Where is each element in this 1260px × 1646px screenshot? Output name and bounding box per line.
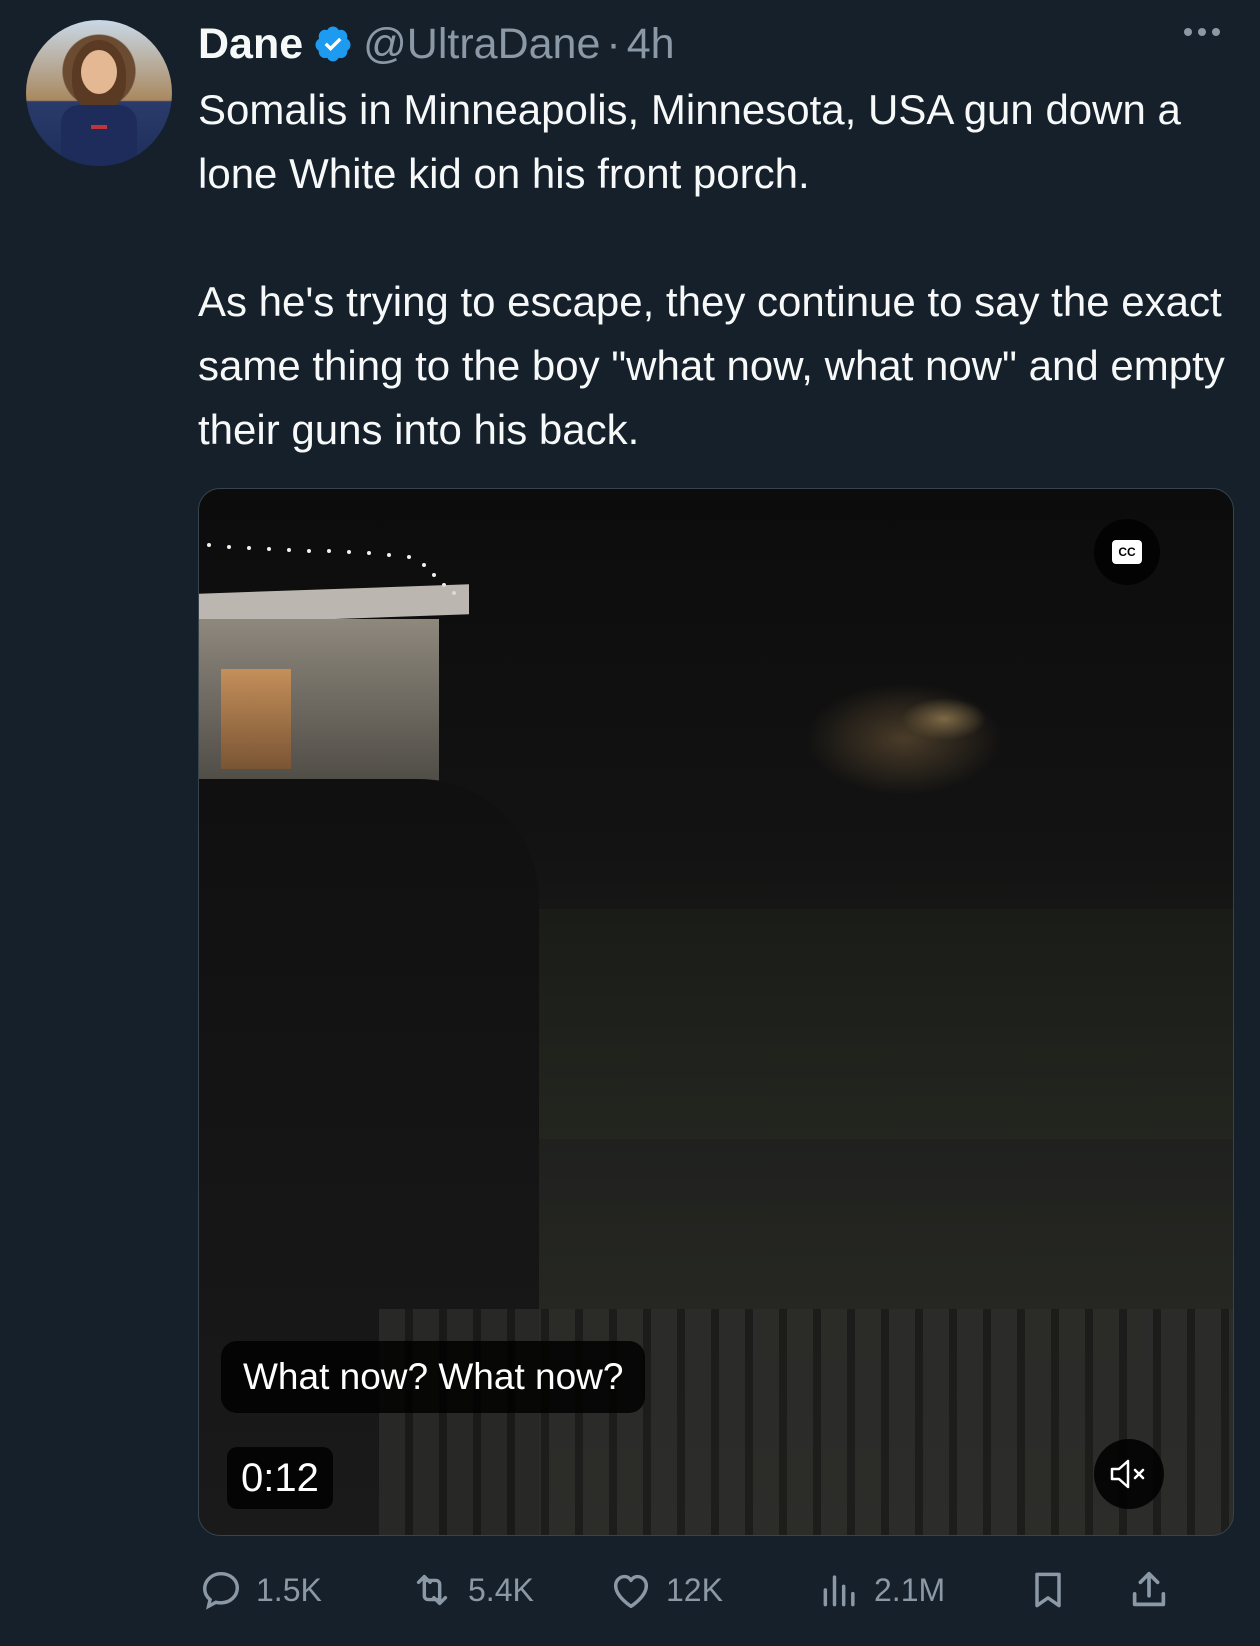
closed-captions-icon[interactable]: CC xyxy=(1094,519,1160,585)
tweet-paragraph: As he's trying to escape, they continue … xyxy=(198,278,1225,453)
lit-window xyxy=(221,669,291,769)
share-button[interactable] xyxy=(1126,1560,1172,1620)
video-player[interactable]: CC What now? What now? 0:12 xyxy=(198,488,1234,1536)
avatar-face xyxy=(81,50,117,94)
views-button[interactable]: 2.1M xyxy=(818,1560,945,1620)
repost-icon xyxy=(416,1574,448,1606)
share-icon xyxy=(1132,1571,1166,1607)
hedge xyxy=(539,909,1233,1139)
views-count: 2.1M xyxy=(874,1571,946,1608)
avatar-shirt xyxy=(61,105,137,166)
tweet-header: Dane @UltraDane · 4h xyxy=(198,14,675,74)
tweet-text: Somalis in Minneapolis, Minnesota, USA g… xyxy=(198,78,1228,462)
repost-count: 5.4K xyxy=(468,1571,534,1608)
header-separator: · xyxy=(606,20,621,68)
avatar[interactable] xyxy=(26,20,172,166)
like-button[interactable]: 12K xyxy=(608,1560,723,1620)
tweet-paragraph: Somalis in Minneapolis, Minnesota, USA g… xyxy=(198,86,1181,197)
reply-count: 1.5K xyxy=(256,1571,322,1608)
avatar-shirt-print xyxy=(91,125,107,129)
views-icon xyxy=(823,1575,855,1607)
author-name[interactable]: Dane xyxy=(198,14,303,74)
speaker-muted-icon[interactable] xyxy=(1094,1439,1164,1509)
video-caption: What now? What now? xyxy=(221,1341,646,1413)
reply-icon xyxy=(202,1571,240,1610)
verified-badge-icon[interactable] xyxy=(313,24,353,64)
tweet-time[interactable]: 4h xyxy=(627,14,675,74)
video-timestamp: 0:12 xyxy=(227,1447,333,1509)
author-handle[interactable]: @UltraDane xyxy=(363,14,600,74)
like-count: 12K xyxy=(666,1571,723,1608)
bookmark-button[interactable] xyxy=(1026,1560,1070,1620)
more-options-icon[interactable] xyxy=(1184,28,1220,36)
tweet-actions: 1.5K 5.4K 12K 2.1M xyxy=(198,1560,1228,1620)
heart-icon xyxy=(613,1574,649,1609)
reply-button[interactable]: 1.5K xyxy=(198,1560,322,1620)
repost-button[interactable]: 5.4K xyxy=(408,1560,534,1620)
bookmark-icon xyxy=(1035,1572,1061,1608)
